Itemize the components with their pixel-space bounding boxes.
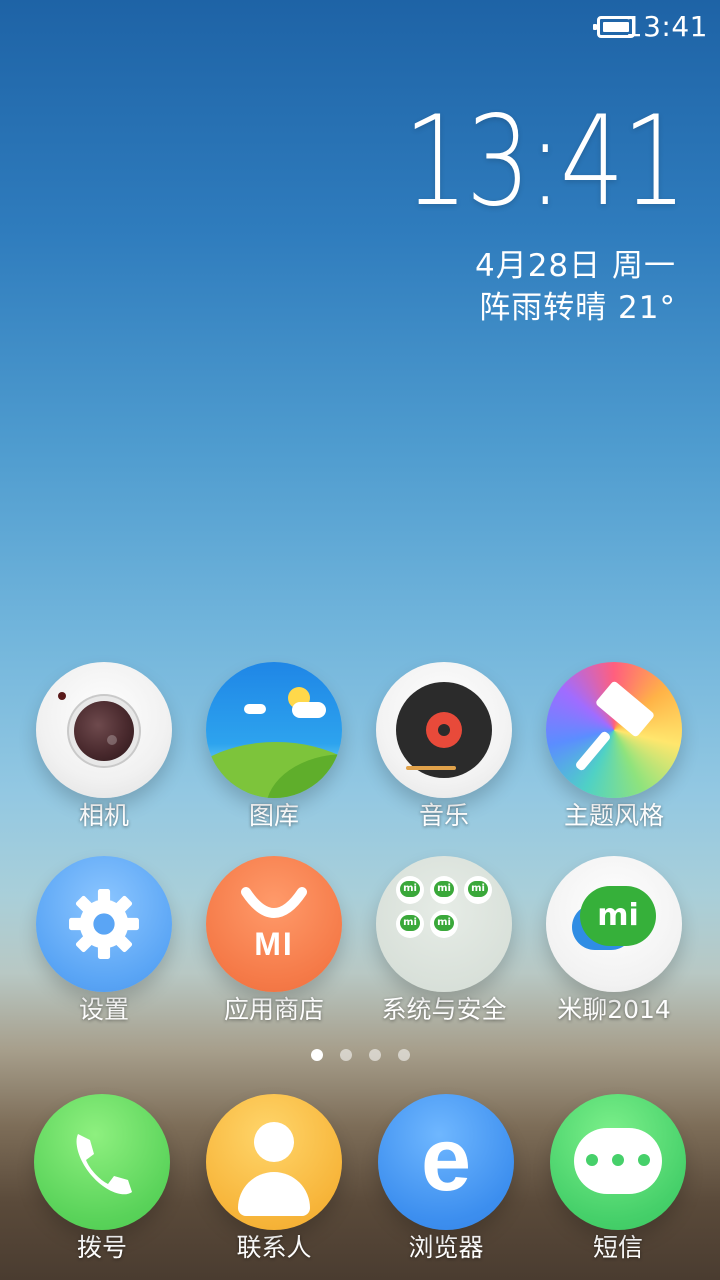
weather-widget[interactable]: 阵雨转晴 21° [479, 282, 676, 327]
app-label: 米聊2014 [557, 995, 671, 1024]
clock-widget-time[interactable]: 13:41 [403, 100, 686, 224]
app-themes[interactable]: 主题风格 [529, 662, 699, 834]
app-gallery[interactable]: 图库 [189, 662, 359, 834]
messages-icon [550, 1094, 686, 1230]
app-label: 音乐 [418, 801, 469, 830]
dock-contacts[interactable]: 联系人 [189, 1094, 359, 1266]
app-label: 主题风格 [563, 801, 664, 830]
app-music[interactable]: 音乐 [359, 662, 529, 834]
app-label: 联系人 [236, 1233, 312, 1262]
dock-messages[interactable]: 短信 [533, 1094, 703, 1266]
gallery-icon [206, 662, 342, 798]
app-label: 拨号 [76, 1233, 127, 1262]
contacts-icon [206, 1094, 342, 1230]
app-mitalk[interactable]: mi 米聊2014 [529, 856, 699, 1028]
folder-system-security[interactable]: 系统与安全 [359, 856, 529, 1028]
page-dot[interactable] [369, 1049, 381, 1061]
app-label: 相机 [78, 801, 129, 830]
app-store[interactable]: MI 应用商店 [189, 856, 359, 1028]
folder-icon [376, 856, 512, 992]
status-bar: 13:41 [0, 0, 720, 56]
settings-gear-icon [36, 856, 172, 992]
app-store-logo-text: MI [254, 926, 294, 962]
mitalk-icon: mi [546, 856, 682, 992]
dock-browser[interactable]: e 浏览器 [361, 1094, 531, 1266]
phone-icon [34, 1094, 170, 1230]
page-indicator[interactable] [311, 1049, 410, 1061]
status-time: 13:41 [624, 10, 708, 43]
page-dot[interactable] [340, 1049, 352, 1061]
dock-phone[interactable]: 拨号 [17, 1094, 187, 1266]
themes-icon [546, 662, 682, 798]
page-dot[interactable] [311, 1049, 323, 1061]
camera-icon [36, 662, 172, 798]
app-store-icon: MI [206, 856, 342, 992]
app-label: 浏览器 [408, 1233, 484, 1262]
mitalk-logo-text: mi [580, 886, 656, 946]
music-icon [376, 662, 512, 798]
page-dot[interactable] [398, 1049, 410, 1061]
browser-icon: e [378, 1094, 514, 1230]
app-label: 应用商店 [223, 995, 324, 1024]
clock-widget-date: 4月28日 周一 [474, 248, 676, 284]
app-settings[interactable]: 设置 [19, 856, 189, 1028]
app-camera[interactable]: 相机 [19, 662, 189, 834]
app-label: 短信 [592, 1233, 643, 1262]
app-label: 设置 [78, 995, 129, 1024]
app-label: 系统与安全 [381, 995, 507, 1024]
app-label: 图库 [248, 801, 299, 830]
